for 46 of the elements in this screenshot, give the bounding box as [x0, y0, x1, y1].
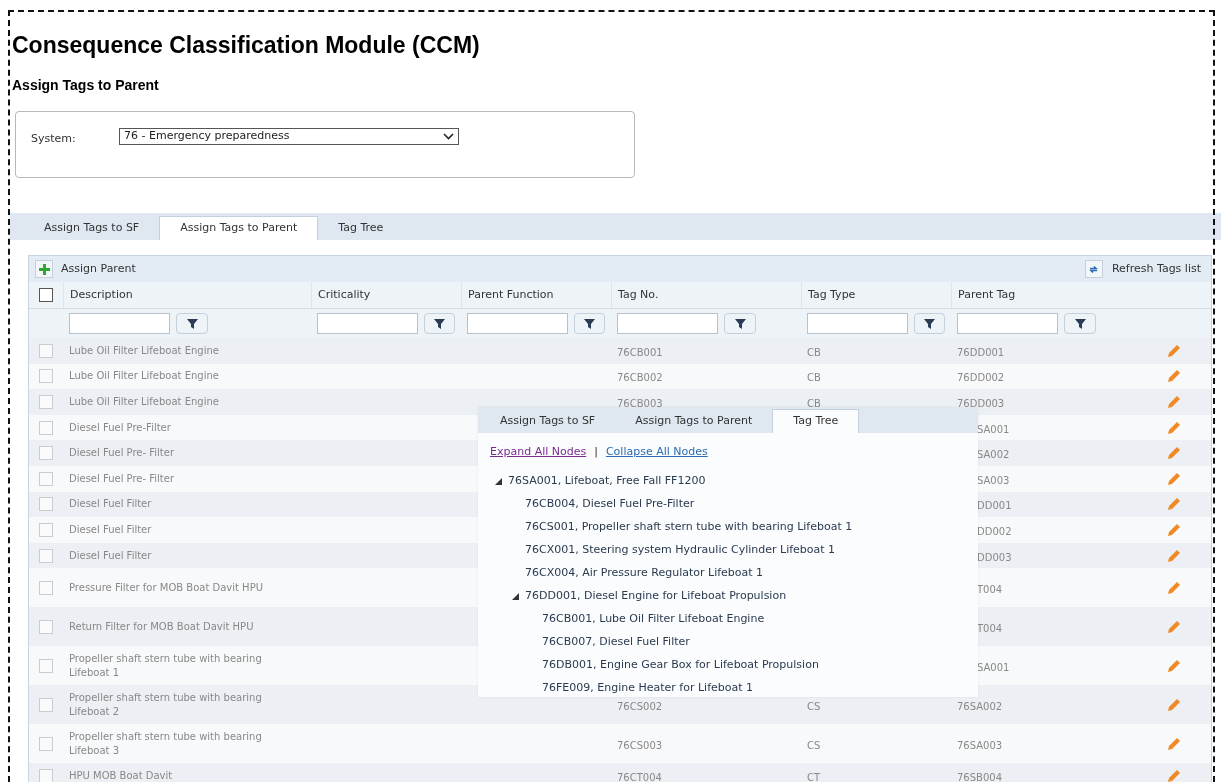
- table-cell: 76CB001: [617, 346, 663, 358]
- table-cell: DD002: [977, 525, 1012, 537]
- table-cell: 76CT004: [617, 772, 662, 782]
- table-cell: 76DD002: [957, 372, 1005, 384]
- link-separator: |: [594, 444, 598, 460]
- table-cell: 76CS002: [617, 700, 663, 712]
- table-cell-text: Pressure Filter for MOB Boat Davit HPU: [69, 580, 264, 595]
- table-cell: SA001: [977, 661, 1010, 673]
- table-cell-text: Lube Oil Filter Lifeboat Engine: [69, 343, 220, 358]
- table-cell-text: Lube Oil Filter Lifeboat Engine: [69, 395, 220, 409]
- table-cell-text: Propeller shaft stern tube with bearing Lifeboat 2: [69, 690, 263, 719]
- table-cell: DD001: [977, 500, 1012, 512]
- table-cell-text: Diesel Fuel Filter: [69, 548, 153, 563]
- table-cell: 76CB002: [617, 372, 663, 384]
- table-cell: 76CB003: [617, 398, 663, 409]
- table-cell-text: Propeller shaft stern tube with bearing Lifeboat 3: [69, 729, 263, 758]
- table-cell-text: Diesel Fuel Filter: [69, 522, 153, 537]
- table-cell-text: Lube Oil Filter Lifeboat Engine: [69, 369, 220, 384]
- table-cell: 76DD001: [957, 346, 1005, 358]
- table-cell: 76DD003: [957, 398, 1005, 409]
- page-subtitle: Assign Tags to Parent: [12, 76, 160, 95]
- table-cell: 76CS003: [617, 739, 663, 751]
- table-cell-text: Diesel Fuel Pre-Filter: [69, 420, 172, 435]
- table-cell: T004: [977, 583, 1003, 595]
- table-cell: DD003: [977, 551, 1012, 563]
- table-cell-text: Diesel Fuel Filter: [69, 497, 153, 512]
- table-cell: CB: [807, 372, 821, 384]
- table-cell: CS: [807, 739, 821, 751]
- table-cell: T004: [977, 622, 1003, 634]
- system-label: System:: [31, 131, 77, 147]
- table-cell: SA001: [977, 423, 1010, 435]
- page-title: Consequence Classification Module (CCM): [12, 34, 481, 57]
- table-cell: 76SB004: [957, 772, 1003, 782]
- table-cell-text: Return Filter for MOB Boat Davit HPU: [69, 619, 255, 634]
- table-cell-text: HPU MOB Boat Davit: [69, 769, 174, 782]
- table-cell-text: Diesel Fuel Pre- Filter: [69, 471, 176, 486]
- table-cell: 76SA002: [957, 700, 1003, 712]
- table-cell-text: Propeller shaft stern tube with bearing Lifeboat 1: [69, 651, 263, 680]
- table-cell: CT: [807, 772, 821, 782]
- table-cell: SA002: [977, 449, 1010, 461]
- table-cell: SA003: [977, 474, 1010, 486]
- table-cell: 76SA003: [957, 739, 1003, 751]
- table-cell: CS: [807, 700, 821, 712]
- table-cell: CB: [807, 398, 821, 409]
- table-cell: CB: [807, 346, 821, 358]
- table-cell-text: Diesel Fuel Pre- Filter: [69, 446, 176, 461]
